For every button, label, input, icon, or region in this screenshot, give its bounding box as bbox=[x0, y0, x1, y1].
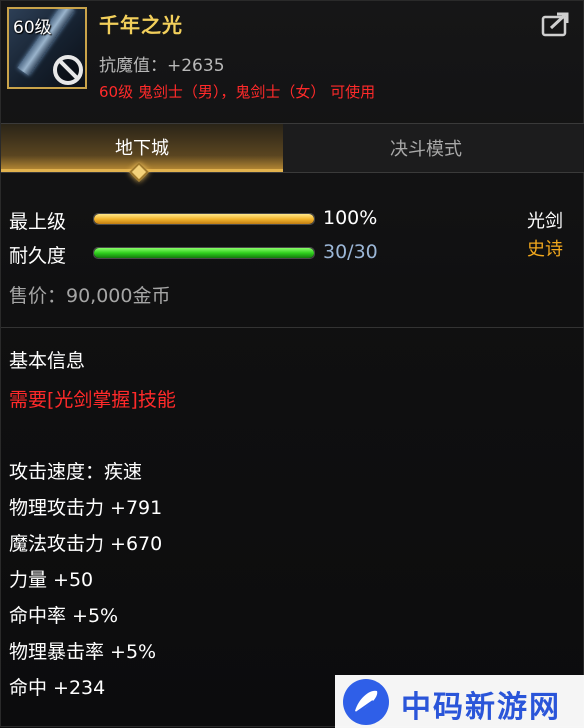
section-divider bbox=[1, 327, 584, 328]
mode-tabs: 地下城 决斗模式 bbox=[1, 123, 584, 173]
item-level-badge: 60级 bbox=[13, 18, 52, 38]
basic-info-title: 基本信息 bbox=[9, 350, 86, 372]
stat-accuracy: 命中 +234 bbox=[9, 677, 106, 699]
grade-label: 最上级 bbox=[9, 211, 67, 233]
durability-bar-fill bbox=[94, 248, 314, 258]
stat-physical-crit: 物理暴击率 +5% bbox=[9, 641, 157, 663]
rarity-badge: 史诗 bbox=[527, 239, 563, 260]
item-class-requirement: 60级 鬼剑士（男），鬼剑士（女） 可使用 bbox=[99, 83, 376, 101]
grade-bar bbox=[93, 213, 315, 225]
durability-label: 耐久度 bbox=[9, 245, 67, 267]
share-icon[interactable] bbox=[541, 11, 571, 37]
stat-magic-attack: 魔法攻击力 +670 bbox=[9, 533, 163, 555]
weapon-type: 光剑 bbox=[527, 211, 563, 232]
watermark-text: 中码新游网 bbox=[401, 690, 561, 725]
lightsaber-item-icon[interactable]: 60级 bbox=[7, 7, 87, 89]
item-magic-resistance: 抗魔值：+2635 bbox=[99, 56, 225, 76]
item-tooltip-panel: 60级 千年之光 抗魔值：+2635 60级 鬼剑士（男），鬼剑士（女） 可使用… bbox=[0, 0, 584, 728]
item-name: 千年之光 bbox=[99, 13, 183, 37]
site-logo-icon bbox=[343, 679, 389, 725]
grade-value: 100% bbox=[323, 207, 378, 229]
skill-requirement: 需要[光剑掌握]技能 bbox=[9, 389, 176, 411]
tab-pvp[interactable]: 决斗模式 bbox=[285, 124, 567, 172]
grade-bar-fill bbox=[94, 214, 314, 224]
no-entry-icon bbox=[53, 55, 83, 85]
stat-physical-attack: 物理攻击力 +791 bbox=[9, 497, 163, 519]
site-watermark: 中码新游网 bbox=[335, 675, 584, 728]
stat-attack-speed: 攻击速度：疾速 bbox=[9, 461, 143, 483]
durability-value: 30/30 bbox=[323, 241, 378, 263]
stat-strength: 力量 +50 bbox=[9, 569, 94, 591]
stat-hit-rate: 命中率 +5% bbox=[9, 605, 119, 627]
durability-bar bbox=[93, 247, 315, 259]
sell-price: 售价：90,000金币 bbox=[9, 285, 171, 307]
